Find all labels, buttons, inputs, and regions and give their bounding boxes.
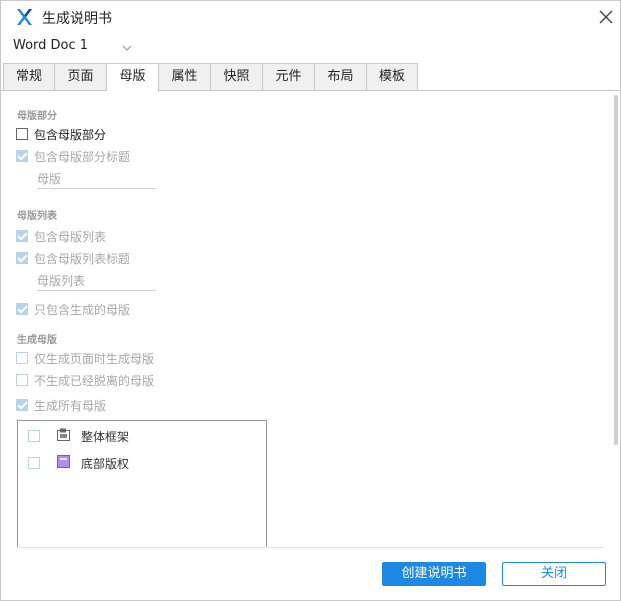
only-when-page-label: 仅生成页面时生成母版 [34,351,155,366]
tab-snapshots[interactable]: 快照 [211,63,263,91]
master-section-title-input[interactable] [37,169,156,189]
tab-properties[interactable]: 属性 [159,63,211,91]
master-footer-icon [57,455,70,468]
generate-spec-dialog: 生成说明书 Word Doc 1 常规 页面 母版 属性 快照 元件 布局 模板… [0,0,621,601]
document-selector[interactable]: Word Doc 1 [1,34,620,62]
list-item[interactable]: 整体框架 [18,424,266,446]
section-title-master-list: 母版列表 [17,211,57,222]
include-master-list-checkbox[interactable] [16,230,28,242]
include-master-section-checkbox[interactable] [16,128,28,140]
only-generated-masters-label: 只包含生成的母版 [34,302,131,317]
include-master-section-row[interactable]: 包含母版部分 [16,125,106,143]
include-master-section-title-checkbox[interactable] [16,150,28,162]
only-when-page-row[interactable]: 仅生成页面时生成母版 [16,349,154,367]
not-detached-checkbox[interactable] [16,374,28,386]
footer-divider [17,547,605,548]
tab-templates[interactable]: 模板 [367,63,418,91]
include-master-list-label: 包含母版列表 [34,229,107,244]
dialog-title: 生成说明书 [42,11,112,27]
section-title-generate-masters: 生成母版 [17,335,57,346]
create-spec-button[interactable]: 创建说明书 [382,562,486,586]
masters-tab-content: 母版部分 包含母版部分 包含母版部分标题 母版列表 包含母版列表 包含母版列表标… [1,92,620,547]
generate-all-masters-label: 生成所有母版 [34,398,107,413]
include-master-list-title-row[interactable]: 包含母版列表标题 [16,249,130,267]
include-master-list-title-checkbox[interactable] [16,252,28,264]
include-master-list-row[interactable]: 包含母版列表 [16,227,106,245]
tab-pages[interactable]: 页面 [55,63,107,91]
tab-bar: 常规 页面 母版 属性 快照 元件 布局 模板 [1,63,620,92]
master-list-title-input[interactable] [37,271,156,291]
tab-layout[interactable]: 布局 [315,63,367,91]
tab-masters[interactable]: 母版 [107,63,159,92]
master-frame-icon [57,428,70,441]
not-detached-row[interactable]: 不生成已经脱离的母版 [16,371,154,389]
include-master-list-title-label: 包含母版列表标题 [34,251,131,266]
title-bar: 生成说明书 [1,1,620,33]
include-master-section-title-label: 包含母版部分标题 [34,149,131,164]
not-detached-label: 不生成已经脱离的母版 [34,373,155,388]
tab-general[interactable]: 常规 [3,63,55,91]
only-generated-masters-checkbox[interactable] [16,303,28,315]
master-item-label: 底部版权 [81,457,130,471]
include-master-section-title-row[interactable]: 包含母版部分标题 [16,147,130,165]
only-generated-masters-row[interactable]: 只包含生成的母版 [16,300,130,318]
generate-all-masters-row[interactable]: 生成所有母版 [16,396,106,414]
tab-widgets[interactable]: 元件 [263,63,315,91]
include-master-section-label: 包含母版部分 [34,127,107,142]
content-scrollbar[interactable] [614,95,618,445]
section-title-masters: 母版部分 [17,111,57,122]
only-when-page-checkbox[interactable] [16,352,28,364]
chevron-down-icon[interactable] [122,44,132,52]
axure-x-icon [17,9,32,25]
close-button[interactable]: 关闭 [502,562,606,586]
master-item-checkbox[interactable] [28,457,40,469]
close-icon[interactable] [597,8,615,26]
document-select-value[interactable]: Word Doc 1 [13,38,88,53]
list-item[interactable]: 底部版权 [18,451,266,473]
master-list[interactable]: 整体框架 底部版权 [17,420,267,547]
master-item-label: 整体框架 [81,430,130,444]
generate-all-masters-checkbox[interactable] [16,399,28,411]
master-item-checkbox[interactable] [28,430,40,442]
